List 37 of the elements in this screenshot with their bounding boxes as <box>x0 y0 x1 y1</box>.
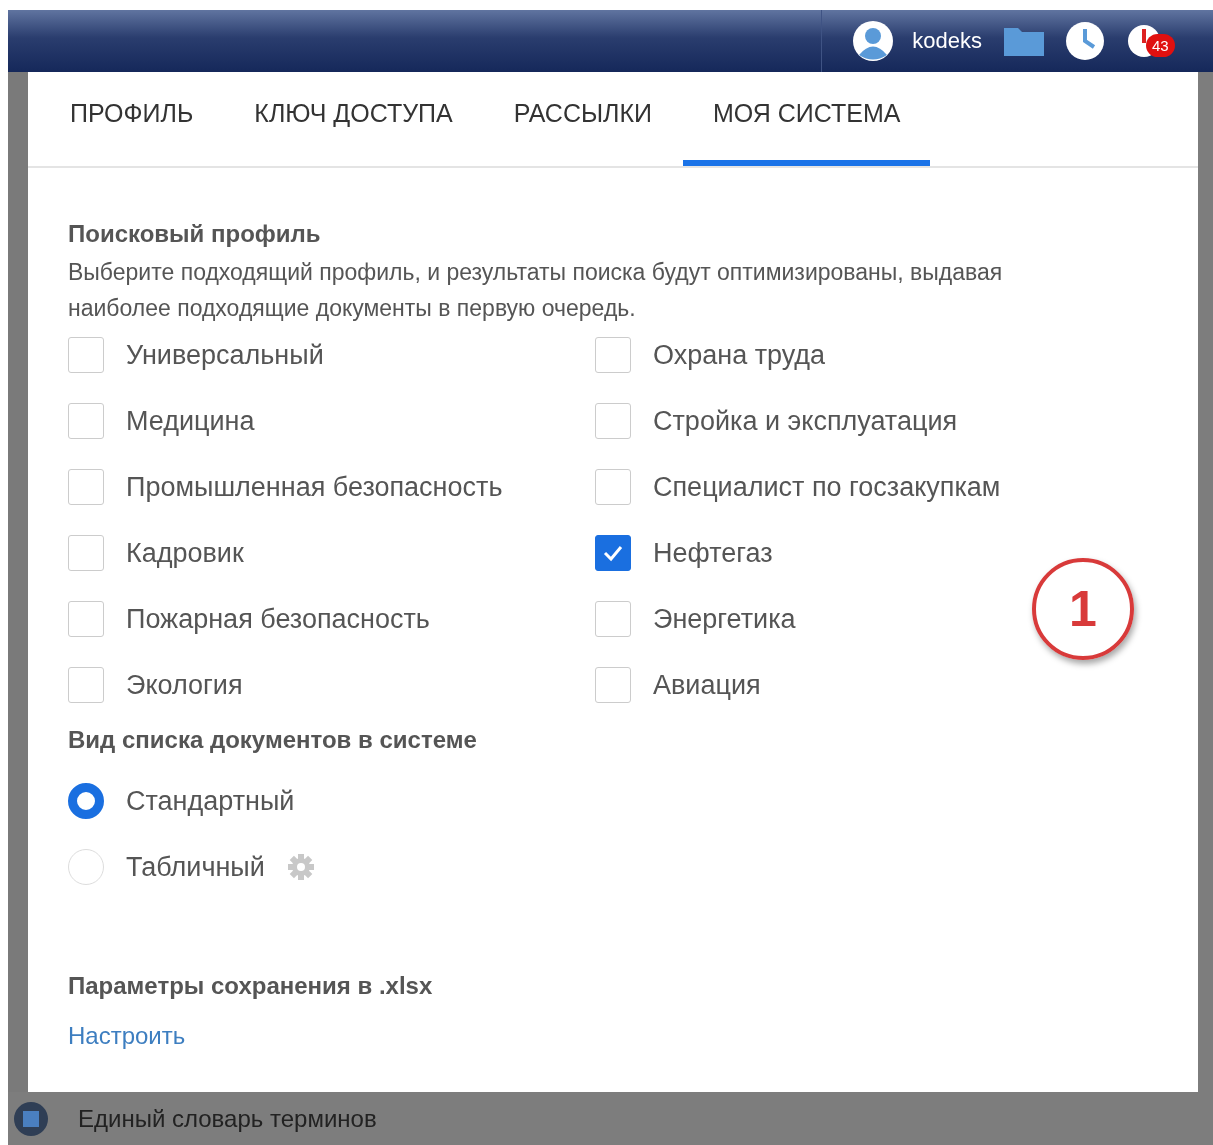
configure-link[interactable]: Настроить <box>68 1022 186 1050</box>
checkbox-label: Охрана труда <box>653 339 826 371</box>
menu-item-label: Единый словарь терминов <box>78 1104 377 1133</box>
tab[interactable]: ПРОФИЛЬ <box>70 99 224 166</box>
user-menu[interactable]: kodeks <box>852 20 982 62</box>
checkbox-label: Нефтегаз <box>653 537 773 569</box>
folder-icon[interactable] <box>1004 26 1044 56</box>
checkbox-label: Пожарная безопасность <box>126 603 430 635</box>
checkbox[interactable] <box>595 535 631 571</box>
notifications-button[interactable]: 43 <box>1126 20 1178 62</box>
checkbox-label: Экология <box>126 669 243 701</box>
section-title: Параметры сохранения в .xlsx <box>68 972 434 1000</box>
checkbox-label: Энергетика <box>653 603 796 635</box>
tab[interactable]: МОЯ СИСТЕМА <box>683 99 931 166</box>
notification-badge: 43 <box>1146 34 1175 57</box>
checkbox-label: Стройка и эксплуатация <box>653 405 958 437</box>
settings-icon[interactable] <box>286 853 315 881</box>
annotation-circle: 1 <box>1032 558 1134 660</box>
checkbox-label: Медицина <box>126 405 255 437</box>
checkmark-icon <box>602 544 624 562</box>
radio-label: Табличный <box>126 851 265 883</box>
tab[interactable]: КЛЮЧ ДОСТУПА <box>224 99 483 166</box>
checkbox-label: Специалист по госзакупкам <box>653 471 1001 503</box>
section-description: Выберите подходящий профиль, и результаты поиска будут оптимизированы, выдавая наиболее подходящие документы в первую очередь. <box>68 258 1004 323</box>
user-name: kodeks <box>912 28 982 54</box>
checkbox-label: Промышленная безопасность <box>126 471 503 503</box>
checkbox-label: Кадровик <box>126 537 244 569</box>
radio-label: Стандартный <box>126 785 295 817</box>
clock-icon[interactable] <box>1064 20 1106 62</box>
dictionary-icon <box>14 1101 48 1136</box>
user-icon <box>852 20 895 62</box>
section-title: Поисковый профиль <box>68 220 322 248</box>
radio-button[interactable] <box>68 783 104 819</box>
section-title: Вид списка документов в системе <box>68 726 478 754</box>
checkbox-label: Универсальный <box>126 339 324 371</box>
tab[interactable]: РАССЫЛКИ <box>483 99 683 166</box>
checkbox-label: Авиация <box>653 669 761 701</box>
